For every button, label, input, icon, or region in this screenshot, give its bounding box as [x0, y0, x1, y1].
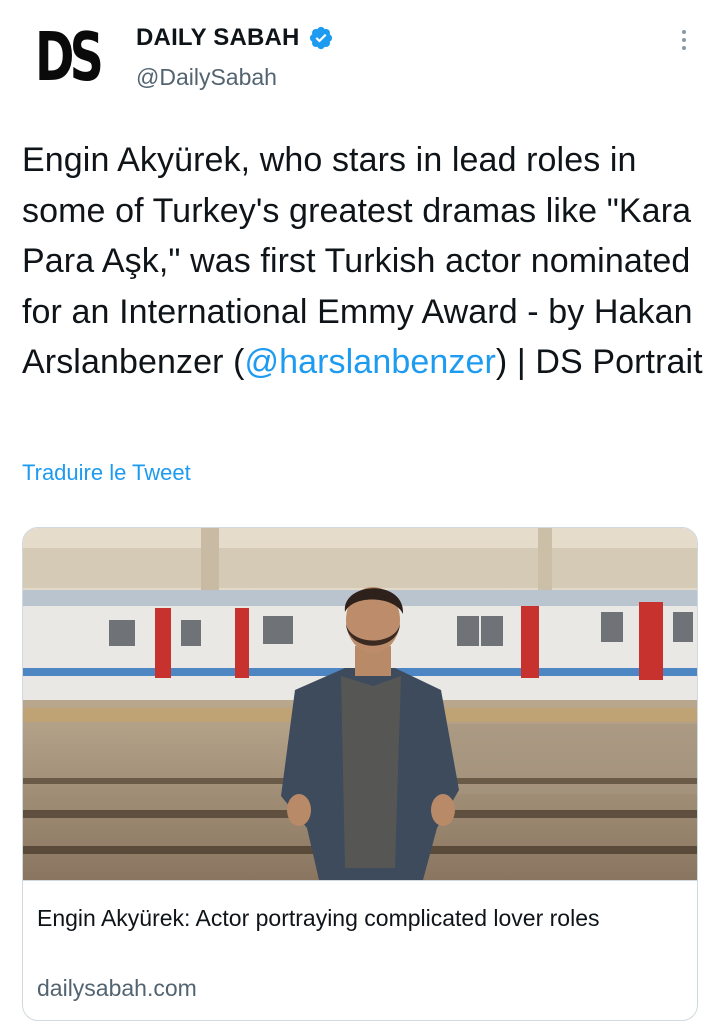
name-row: DAILY SABAH	[136, 24, 334, 52]
mention-link[interactable]: @harslanbenzer	[245, 343, 496, 381]
avatar-logo-text: DS	[35, 17, 104, 97]
avatar[interactable]: DS	[22, 20, 112, 94]
card-divider	[23, 880, 697, 881]
card-image[interactable]	[23, 528, 697, 880]
card-photo	[23, 528, 697, 880]
card-domain[interactable]: dailysabah.com	[37, 975, 197, 1002]
more-dot	[682, 46, 686, 50]
tweet-text: Engin Akyürek, who stars in lead roles i…	[22, 135, 712, 388]
more-options-icon[interactable]	[670, 26, 698, 54]
card-title[interactable]: Engin Akyürek: Actor portraying complica…	[37, 900, 677, 936]
tweet: DS DAILY SABAH @DailySabah Engin Akyürek…	[0, 0, 720, 1026]
display-name[interactable]: DAILY SABAH	[136, 24, 300, 52]
verified-badge-icon	[308, 25, 334, 51]
translate-tweet-link[interactable]: Traduire le Tweet	[22, 460, 191, 486]
more-dot	[682, 38, 686, 42]
more-dot	[682, 30, 686, 34]
tweet-text-tail: ) | DS Portrait	[495, 343, 703, 381]
handle[interactable]: @DailySabah	[136, 64, 334, 91]
link-card[interactable]: Engin Akyürek: Actor portraying complica…	[22, 527, 698, 1021]
author-block[interactable]: DAILY SABAH @DailySabah	[136, 24, 334, 91]
